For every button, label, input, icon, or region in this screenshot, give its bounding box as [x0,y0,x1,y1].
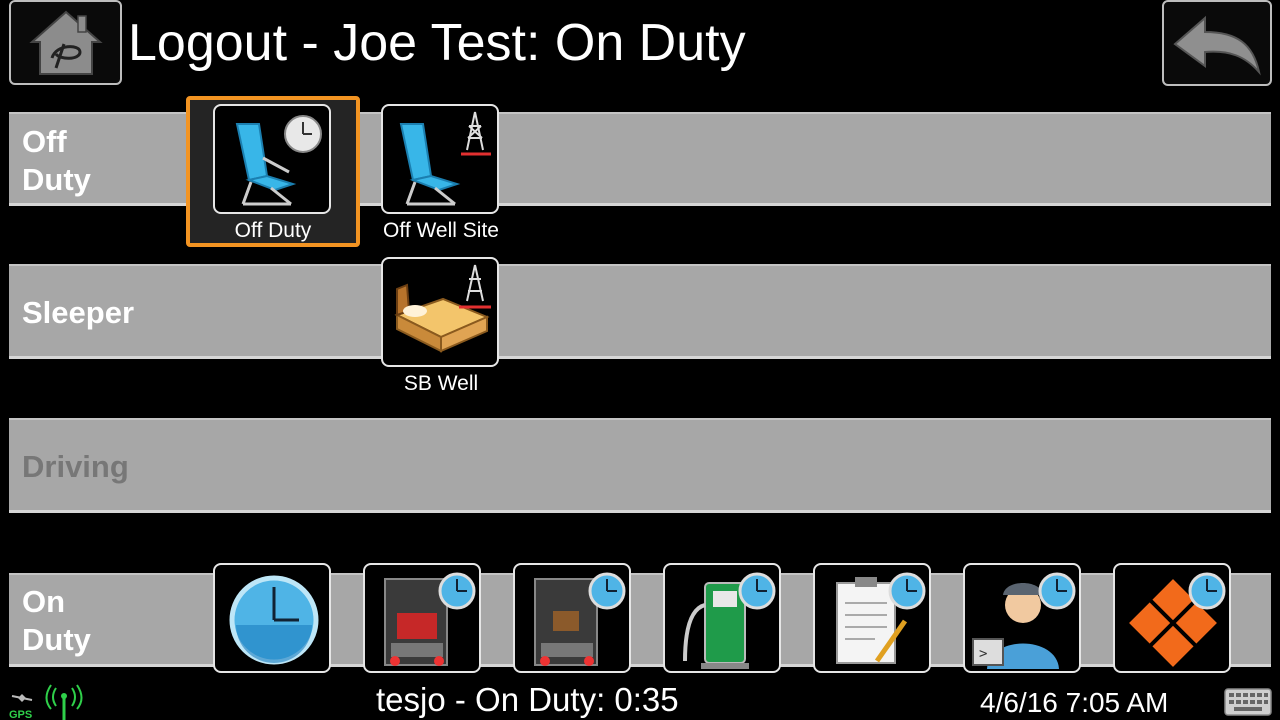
page-title: Logout - Joe Test: On Duty [128,14,746,72]
fuel-pump-clock-icon [683,572,776,669]
row-label-sleeper: Sleeper [22,295,135,330]
svg-text:>: > [979,646,987,662]
back-arrow-icon [1173,15,1261,76]
off-duty-caption: Off Duty [234,219,312,242]
eld-status-screen: Logout - Joe Test: On Duty Off Duty Slee… [0,0,1280,720]
inspection-button[interactable] [813,563,931,673]
bed-oil-rig-icon [394,264,491,353]
home-button[interactable] [9,0,122,85]
clock-icon [229,575,319,665]
truck-loading-clock-icon [384,572,476,666]
footer-datetime: 4/6/16 7:05 AM [980,687,1169,718]
row-label-off-duty: Off Duty [22,124,91,197]
unloading-button[interactable] [513,563,631,673]
truck-unloading-clock-icon [534,572,626,666]
off-well-site-caption: Off Well Site [383,219,499,242]
row-sleeper: Sleeper [9,264,1271,359]
off-duty-button[interactable] [213,104,331,214]
off-well-site-button[interactable] [381,104,499,214]
back-button[interactable] [1162,0,1272,86]
sb-well-caption: SB Well [403,372,479,395]
on-duty-status-button[interactable] [213,563,331,673]
other-button[interactable]: > [963,563,1081,673]
sb-well-button[interactable] [381,257,499,367]
hazard-button[interactable] [1113,563,1231,673]
loading-button[interactable] [363,563,481,673]
fuel-button[interactable] [663,563,781,673]
gps-label: GPS [9,709,32,720]
home-logo-icon [28,10,103,75]
keyboard-icon[interactable] [1224,688,1272,716]
orange-diamond-clock-icon [1124,572,1226,671]
driver-console-clock-icon: > [972,572,1076,669]
gps-signal-icon: GPS [9,684,83,720]
clipboard-inspection-clock-icon [836,572,926,664]
row-on-duty: On Duty [9,573,1271,667]
row-label-driving: Driving [22,449,129,484]
duty-status-footer: tesjo - On Duty: 0:35 [376,681,679,718]
row-label-on-duty: On Duty [22,584,91,657]
beach-chair-oil-rig-icon [399,111,491,206]
beach-chair-clock-icon [235,115,322,206]
row-driving: Driving [9,418,1271,513]
